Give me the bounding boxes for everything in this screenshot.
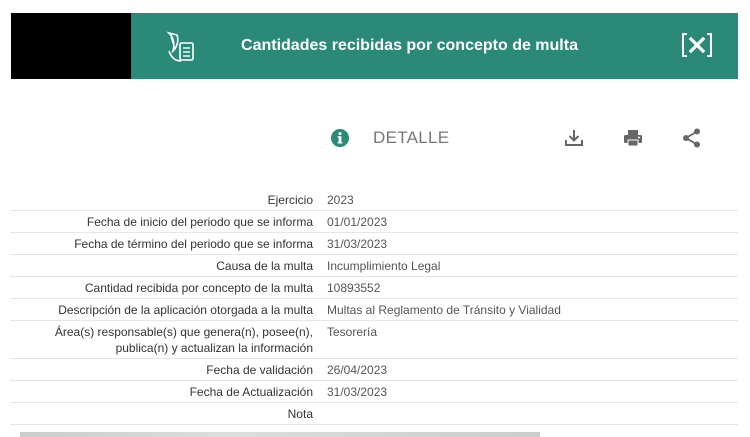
row-value: 2023 [327, 193, 354, 207]
download-icon[interactable] [563, 127, 585, 149]
row-value: 31/03/2023 [327, 237, 388, 251]
table-row: Fecha de inicio del periodo que se infor… [10, 211, 738, 233]
row-label: Cantidad recibida por concepto de la mul… [84, 281, 313, 295]
document-feather-icon [163, 29, 199, 65]
table-row: Fecha de término del periodo que se info… [10, 233, 738, 255]
row-label: Fecha de Actualización [189, 385, 313, 399]
close-x-icon [682, 33, 712, 57]
table-row: Nota [10, 403, 738, 425]
row-label: Fecha de validación [206, 363, 313, 377]
share-icon[interactable] [681, 127, 703, 149]
row-label: Descripción de la aplicación otorgada a … [58, 303, 313, 317]
info-icon[interactable] [330, 128, 350, 148]
table-row: Descripción de la aplicación otorgada a … [10, 299, 738, 321]
row-label: Causa de la multa [216, 259, 313, 273]
print-icon[interactable] [622, 127, 644, 149]
row-value [313, 403, 738, 424]
header-black-block [11, 13, 131, 79]
modal-header: Cantidades recibidas por concepto de mul… [11, 13, 738, 79]
row-value: 01/01/2023 [327, 215, 388, 229]
detail-modal: Cantidades recibidas por concepto de mul… [0, 0, 750, 437]
table-row: Área(s) responsable(s) que genera(n), po… [10, 321, 738, 359]
table-row: Ejercicio 2023 [10, 189, 738, 211]
detail-label: DETALLE [373, 128, 450, 147]
row-label: Fecha de término del periodo que se info… [74, 237, 313, 251]
row-value: 31/03/2023 [327, 385, 388, 399]
table-row: Causa de la multa Incumplimiento Legal [10, 255, 738, 277]
table-row: Fecha de validación 26/04/2023 [10, 359, 738, 381]
row-value: 10893552 [327, 281, 381, 295]
row-label: Área(s) responsable(s) que genera(n), po… [54, 325, 313, 355]
row-label: Ejercicio [267, 193, 313, 207]
row-label: Fecha de inicio del periodo que se infor… [86, 215, 313, 229]
row-value: Tesorería [327, 325, 378, 339]
row-value: 26/04/2023 [327, 363, 388, 377]
row-value: Multas al Reglamento de Tránsito y Viali… [327, 303, 561, 317]
row-value: Incumplimiento Legal [327, 259, 441, 273]
modal-title: Cantidades recibidas por concepto de mul… [241, 37, 578, 54]
detail-table: Ejercicio 2023 Fecha de inicio del perio… [10, 189, 738, 425]
table-row: Cantidad recibida por concepto de la mul… [10, 277, 738, 299]
row-label: Nota [287, 407, 313, 421]
scroll-content-hint [20, 432, 540, 437]
close-button[interactable] [680, 30, 714, 60]
table-row: Fecha de Actualización 31/03/2023 [10, 381, 738, 403]
